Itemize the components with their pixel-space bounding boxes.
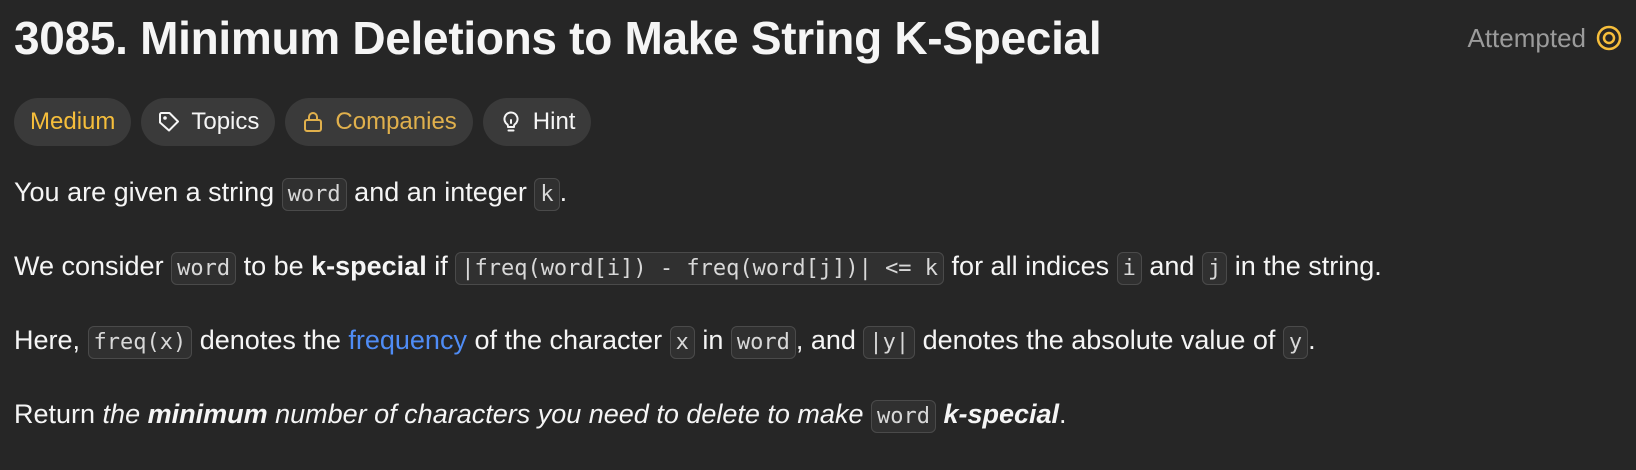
text-segment: , and [795,325,864,355]
inline-code: i [1116,252,1142,285]
topics-label: Topics [191,108,260,135]
problem-title: 3085. Minimum Deletions to Make String K… [14,12,1102,64]
text-segment: . [1308,325,1316,355]
bold-italic-term: minimum [147,399,268,429]
text-segment: of the character [466,325,670,355]
frequency-link[interactable]: frequency [348,325,467,355]
text-segment: for all indices [944,251,1117,281]
inline-code: word [171,252,237,285]
text-segment: if [426,251,456,281]
description-paragraph-2: We consider word to be k-special if |fre… [14,242,1616,293]
bold-term: k-special [311,251,427,281]
description-paragraph-1: You are given a string word and an integ… [14,168,1616,219]
description-paragraph-3: Here, freq(x) denotes the frequency of t… [14,316,1616,367]
problem-description: You are given a string word and an integ… [14,168,1616,464]
text-segment: denotes the [192,325,349,355]
companies-label: Companies [335,108,457,135]
bold-italic-term: k-special [943,399,1060,429]
attempted-ring-icon [1596,25,1622,51]
inline-code: freq(x) [87,326,193,359]
lightbulb-icon [503,111,519,132]
italic-text: number of characters you need to delete … [267,399,871,429]
description-paragraph-4: Return the minimum number of characters … [14,390,1616,441]
inline-code: j [1201,252,1228,285]
text-segment: to be [236,251,312,281]
inline-code: word [730,326,796,359]
text-segment: and an integer [346,177,535,207]
text-segment: in [694,325,731,355]
problem-header: 3085. Minimum Deletions to Make String K… [14,8,1622,68]
text-segment: We consider [14,251,172,281]
inline-code: y [1282,326,1309,359]
text-segment: denotes the absolute value of [915,325,1283,355]
difficulty-label: Medium [30,108,116,135]
text-segment: and [1141,251,1202,281]
lock-icon [304,112,323,132]
inline-code: x [669,326,695,359]
hint-button[interactable]: Hint [482,98,592,146]
text-segment: . [559,177,568,207]
difficulty-badge[interactable]: Medium [14,98,132,146]
tag-row: Medium Topics Companies Hint [14,98,592,146]
inline-code: word [281,178,347,211]
text-segment: You are given a string [14,177,282,207]
text-segment: Here, [14,325,88,355]
inline-code: |freq(word[i]) - freq(word[j])| <= k [455,252,945,285]
inline-code: k [534,178,560,211]
text-segment: Return [14,399,103,429]
status-indicator: Attempted [1467,23,1622,54]
status-label: Attempted [1467,22,1586,53]
inline-code: |y| [863,326,916,359]
text-segment: . [1059,399,1067,429]
tag-icon [159,112,180,132]
companies-button[interactable]: Companies [285,98,473,146]
italic-text: the [102,399,148,429]
inline-code: word [870,400,936,433]
hint-label: Hint [532,108,576,135]
text-segment: in the string. [1227,251,1382,281]
topics-button[interactable]: Topics [141,98,276,146]
